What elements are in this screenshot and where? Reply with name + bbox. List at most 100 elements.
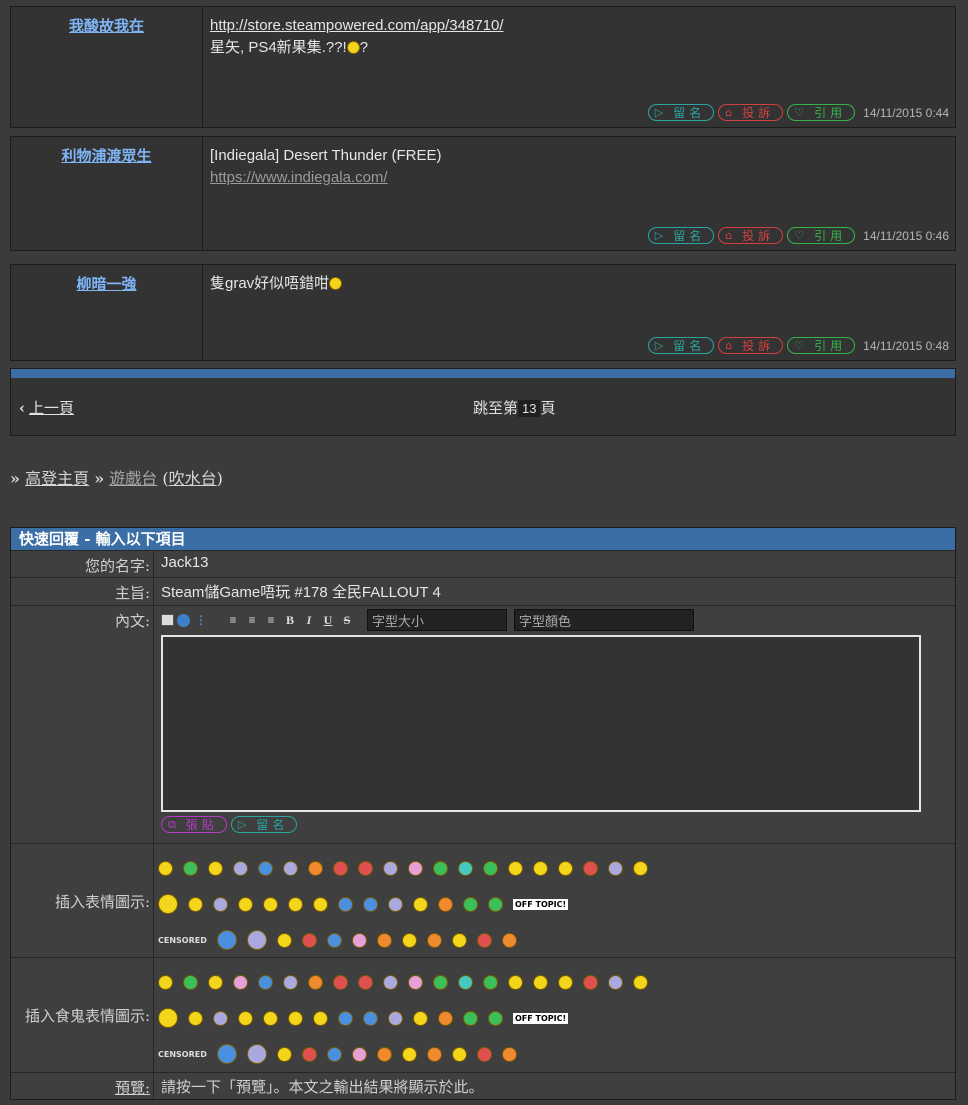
surprise-emoticon-icon[interactable] [233,860,248,876]
glasses-emoticon-icon[interactable] [263,896,278,912]
grin-ghost-icon[interactable] [383,974,398,990]
teeth-ghost-icon[interactable] [351,1046,367,1062]
tongue-ghost-icon[interactable] [633,974,648,990]
breadcrumb-home[interactable]: 高登主頁 [25,469,89,488]
flower-emoticon-icon[interactable] [216,930,237,950]
align-center-icon[interactable]: ≡ [244,612,260,628]
align-right-icon[interactable]: ≡ [263,612,279,628]
globe-icon[interactable] [177,613,190,627]
kick-ghost-icon[interactable] [313,1010,328,1026]
bang-ghost-icon[interactable] [438,1010,453,1026]
teeth-emoticon-icon[interactable] [351,932,367,948]
smile2-ghost-icon[interactable] [238,1010,253,1026]
burn-ghost-icon[interactable] [376,1046,392,1062]
cool-ghost-icon[interactable] [458,974,473,990]
heart-ghost-icon[interactable] [476,1046,492,1062]
post-link[interactable]: https://www.indiegala.com/ [210,169,388,186]
shy-emoticon-icon[interactable] [533,860,548,876]
report-button[interactable]: ⌂ 投訴 [718,227,784,244]
sleep-emoticon-icon[interactable] [338,896,353,912]
post-button[interactable]: ⧉ 張貼 [161,816,227,833]
subject-field[interactable]: Steam儲Game唔玩 #178 全民FALLOUT 4 [154,578,955,605]
think-ghost-icon[interactable] [451,1046,467,1062]
alien-ghost-icon[interactable] [608,974,623,990]
glasses-ghost-icon[interactable] [263,1010,278,1026]
devil-ghost-icon[interactable] [283,974,298,990]
star-emoticon-icon[interactable] [246,930,267,950]
cool-emoticon-icon[interactable] [458,860,473,876]
capsule-emoticon-icon[interactable] [488,896,503,912]
blush-emoticon-icon[interactable] [308,860,323,876]
angel-emoticon-icon[interactable] [158,860,173,876]
offtopic-ghost-icon[interactable]: OFF TOPIC! [513,1012,569,1024]
font-color-select[interactable]: 字型顏色 [514,609,694,631]
kiss-emoticon-icon[interactable] [408,860,423,876]
angry-ghost-icon[interactable] [333,974,348,990]
lips-ghost-icon[interactable] [188,1010,203,1026]
think-emoticon-icon[interactable] [451,932,467,948]
bold-icon[interactable]: B [282,612,298,628]
quote-button[interactable]: ♡ 引用 [787,104,856,121]
italic-icon[interactable]: I [301,612,317,628]
frog-ghost-icon[interactable] [483,974,498,990]
ghost-emoticon-icon[interactable] [388,896,403,912]
report-button[interactable]: ⌂ 投訴 [718,337,784,354]
dizzy-emoticon-icon[interactable] [363,896,378,912]
shy-ghost-icon[interactable] [533,974,548,990]
sad-ghost-icon[interactable] [258,974,273,990]
dizzy-ghost-icon[interactable] [363,1010,378,1026]
angel-ghost-icon[interactable] [158,974,173,990]
cry-emoticon-icon[interactable] [276,932,292,948]
censored-ghost-icon[interactable]: CENSORED [158,1050,207,1059]
shades-ghost-icon[interactable] [401,1046,417,1062]
angry-emoticon-icon[interactable] [333,860,348,876]
content-textarea[interactable] [161,635,921,812]
smile-emoticon-icon[interactable] [208,860,223,876]
censored-emoticon-icon[interactable]: CENSORED [158,936,207,945]
blush-ghost-icon[interactable] [308,974,323,990]
quote-button[interactable]: ♡ 引用 [787,337,856,354]
bored-emoticon-icon[interactable] [558,860,573,876]
bang-emoticon-icon[interactable] [438,896,453,912]
kiss-ghost-icon[interactable] [408,974,423,990]
prev-page-link[interactable]: ‹ 上一頁 [19,397,74,418]
offtopic-emoticon-icon[interactable]: OFF TOPIC! [513,898,569,910]
gun-emoticon-icon[interactable] [501,932,517,948]
quote-button[interactable]: ♡ 引用 [787,227,856,244]
image-icon[interactable] [161,614,174,626]
post-link[interactable]: http://store.steampowered.com/app/348710… [210,17,504,34]
lips-emoticon-icon[interactable] [188,896,203,912]
underline-icon[interactable]: U [320,612,336,628]
bighead-emoticon-icon[interactable] [158,894,178,914]
leave-name-button[interactable]: ▷ 留名 [647,104,715,121]
leave-name-button[interactable]: ▷ 留名 [647,227,715,244]
slime-ghost-icon[interactable] [463,1010,478,1026]
kick-emoticon-icon[interactable] [313,896,328,912]
tongue-emoticon-icon[interactable] [633,860,648,876]
alien-emoticon-icon[interactable] [608,860,623,876]
leave-name-button[interactable]: ▷ 留名 [647,337,715,354]
breadcrumb-board[interactable]: 遊戲台 [109,469,157,488]
sick-ghost-icon[interactable] [183,974,198,990]
rock-emoticon-icon[interactable] [508,860,523,876]
pacman-emoticon-icon[interactable] [288,896,303,912]
green-emoticon-icon[interactable] [433,860,448,876]
mad-emoticon-icon[interactable] [358,860,373,876]
ghost-ghost-icon[interactable] [388,1010,403,1026]
rock-ghost-icon[interactable] [508,974,523,990]
mad-ghost-icon[interactable] [358,974,373,990]
shades-emoticon-icon[interactable] [401,932,417,948]
hands-ghost-icon[interactable] [426,1046,442,1062]
grin-emoticon-icon[interactable] [383,860,398,876]
thumbs-emoticon-icon[interactable] [213,896,228,912]
breadcrumb-sub[interactable]: 吹水台 [169,469,217,488]
green-ghost-icon[interactable] [433,974,448,990]
smile-ghost-icon[interactable] [208,974,223,990]
font-size-select[interactable]: 字型大小 [367,609,507,631]
slime-emoticon-icon[interactable] [463,896,478,912]
preview-link[interactable]: 預覽: [115,1079,150,1097]
surprise-ghost-icon[interactable] [233,974,248,990]
more-icon[interactable]: ⋮ [193,612,209,628]
sick-emoticon-icon[interactable] [183,860,198,876]
bighead-ghost-icon[interactable] [158,1008,178,1028]
